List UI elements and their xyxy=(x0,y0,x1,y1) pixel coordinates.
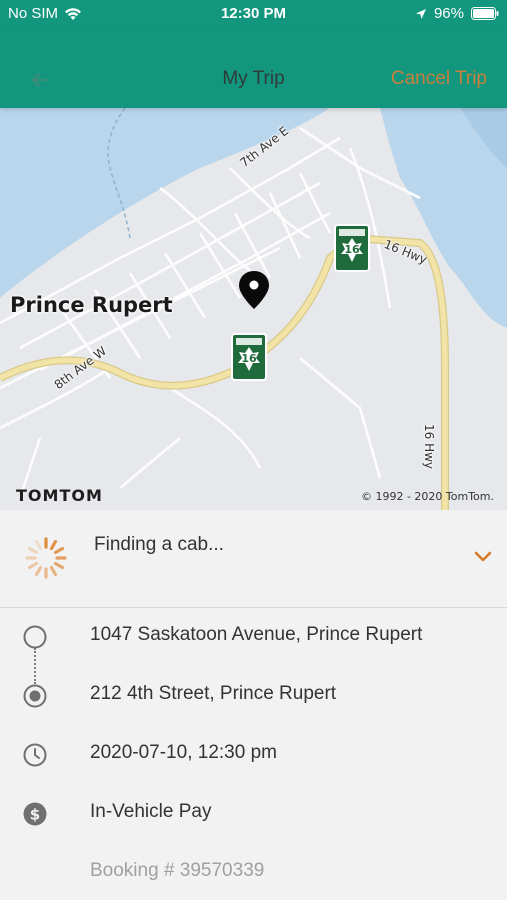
payment-row: $ In-Vehicle Pay xyxy=(0,793,507,833)
dropoff-target-icon xyxy=(23,684,47,708)
battery-icon xyxy=(471,7,499,20)
pickup-address: 1047 Saskatoon Avenue, Prince Rupert xyxy=(90,624,423,645)
map-pin-icon[interactable] xyxy=(236,270,272,310)
pickup-row: 1047 Saskatoon Avenue, Prince Rupert xyxy=(0,616,507,656)
shield-number: 16 xyxy=(241,352,257,365)
trip-status-text: Finding a cab... xyxy=(94,534,224,555)
svg-text:$: $ xyxy=(30,806,40,824)
tomtom-logo: TOMTOM xyxy=(16,486,103,505)
chevron-down-icon[interactable] xyxy=(472,546,494,568)
datetime-row: 2020-07-10, 12:30 pm xyxy=(0,734,507,774)
cancel-trip-button[interactable]: Cancel Trip xyxy=(391,68,487,90)
highway-shield-icon: 16 xyxy=(334,224,370,272)
status-right: 96% xyxy=(415,5,499,22)
pickup-datetime: 2020-07-10, 12:30 pm xyxy=(90,742,277,763)
booking-row: Booking # 39570339 xyxy=(0,852,507,892)
booking-number: Booking # 39570339 xyxy=(90,860,265,881)
status-bar: No SIM 12:30 PM 96% xyxy=(0,0,507,30)
dropoff-address: 212 4th Street, Prince Rupert xyxy=(90,683,337,704)
payment-method: In-Vehicle Pay xyxy=(90,801,212,822)
map-city-label: Prince Rupert xyxy=(10,293,173,317)
battery-percent: 96% xyxy=(433,5,464,22)
map-copyright: © 1992 - 2020 TomTom. xyxy=(360,490,494,503)
pickup-circle-icon xyxy=(23,625,47,649)
shield-number: 16 xyxy=(344,243,360,256)
trip-status-row[interactable]: Finding a cab... xyxy=(0,510,507,608)
highway-shield-icon: 16 xyxy=(231,333,267,381)
clock-icon xyxy=(23,743,47,767)
loading-spinner-icon xyxy=(25,537,67,579)
nav-bar: My Trip Cancel Trip xyxy=(0,30,507,108)
map-view[interactable]: Prince Rupert 7th Ave E 16 Hwy 8th Ave W… xyxy=(0,108,507,510)
dollar-icon: $ xyxy=(23,802,47,826)
dropoff-row: 212 4th Street, Prince Rupert xyxy=(0,675,507,715)
map-road-label: 16 Hwy xyxy=(422,424,436,470)
location-arrow-icon xyxy=(415,8,426,19)
